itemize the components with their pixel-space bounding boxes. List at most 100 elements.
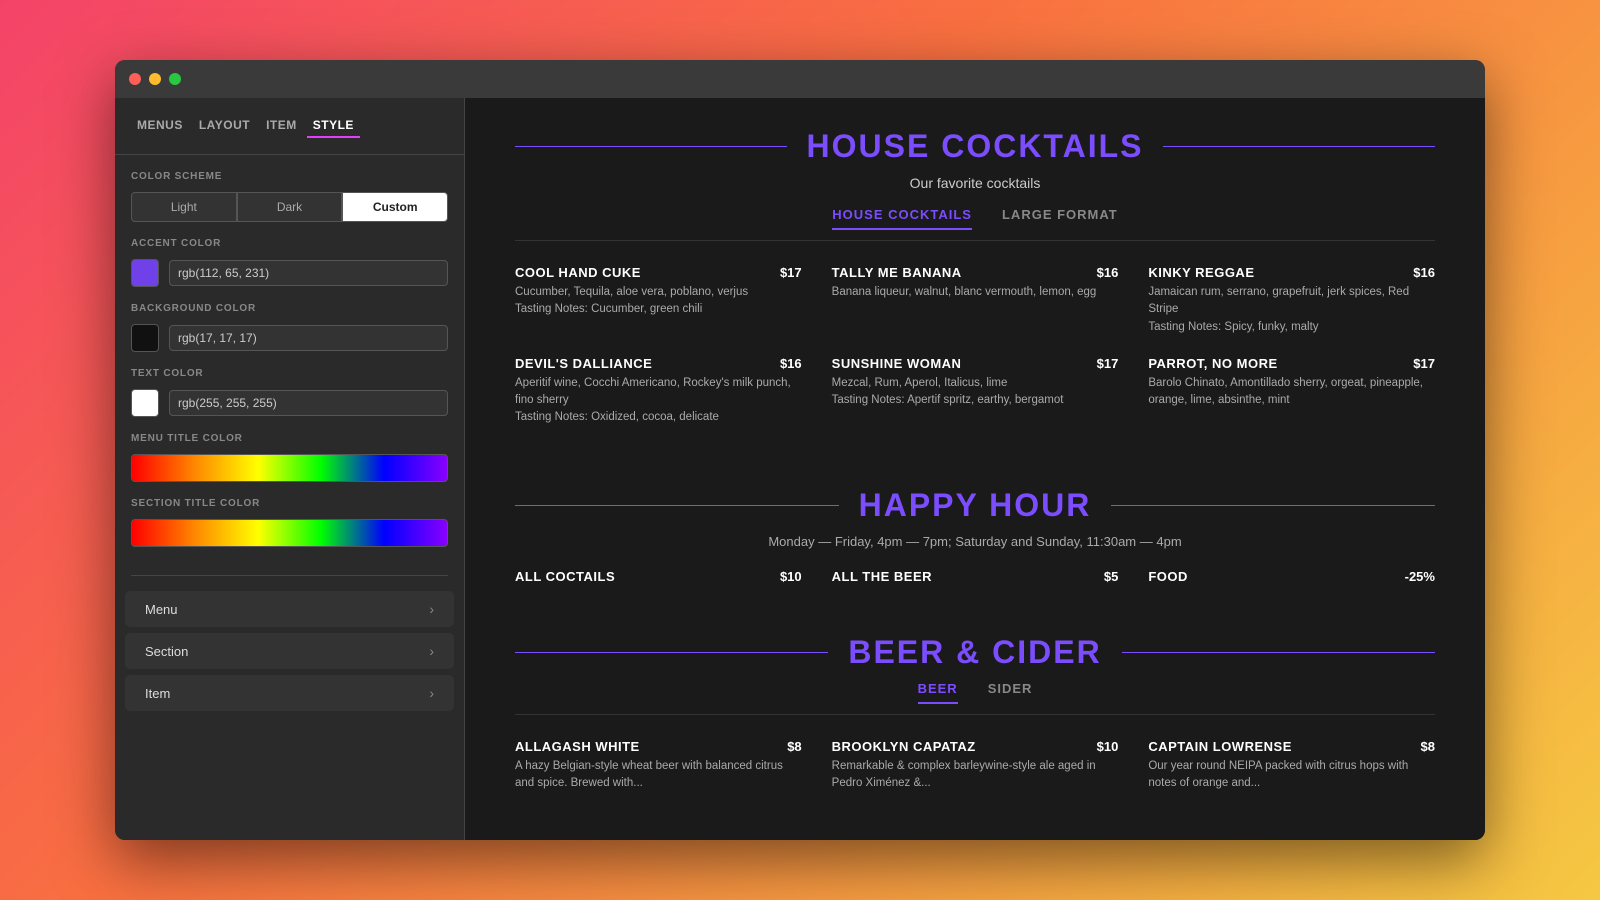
accent-color-value[interactable]: rgb(112, 65, 231)	[169, 260, 448, 286]
main-content: HOUSE COCKTAILS Our favorite cocktails H…	[465, 98, 1485, 840]
item-header-3: DEVIL'S DALLIANCE $16	[515, 356, 802, 371]
item-price-5: $17	[1413, 356, 1435, 371]
beer-item-name-0: ALLAGASH WHITE	[515, 739, 640, 754]
tab-item[interactable]: ITEM	[260, 114, 303, 138]
tab-house-cocktails[interactable]: HOUSE COCKTAILS	[832, 207, 972, 230]
accent-color-row: rgb(112, 65, 231)	[131, 259, 448, 287]
menu-item-5: PARROT, NO MORE $17 Barolo Chinato, Amon…	[1148, 356, 1435, 427]
scheme-custom[interactable]: Custom	[342, 192, 448, 222]
house-cocktails-subtitle: Our favorite cocktails	[515, 175, 1435, 191]
minimize-dot[interactable]	[149, 73, 161, 85]
accent-color-section: ACCENT COLOR rgb(112, 65, 231)	[115, 238, 464, 303]
nav-item-menu[interactable]: Menu ›	[125, 591, 454, 627]
item-price-4: $17	[1097, 356, 1119, 371]
titlebar	[115, 60, 1485, 98]
nav-section-arrow: ›	[429, 643, 434, 659]
color-scheme-label: COLOR SCHEME	[131, 171, 448, 182]
background-color-section: BACKGROUND COLOR rgb(17, 17, 17)	[115, 303, 464, 368]
section-title-color-picker[interactable]	[131, 519, 448, 547]
section-line-left	[515, 146, 787, 147]
item-desc-0: Cucumber, Tequila, aloe vera, poblano, v…	[515, 284, 802, 319]
background-color-swatch[interactable]	[131, 324, 159, 352]
item-name-3: DEVIL'S DALLIANCE	[515, 356, 652, 371]
background-color-value[interactable]: rgb(17, 17, 17)	[169, 325, 448, 351]
item-price-3: $16	[780, 356, 802, 371]
nav-menu-arrow: ›	[429, 601, 434, 617]
nav-menu-label: Menu	[145, 602, 178, 617]
text-color-label: TEXT COLOR	[131, 368, 448, 379]
beer-item-0: ALLAGASH WHITE $8 A hazy Belgian-style w…	[515, 739, 802, 793]
cocktails-items-grid: COOL HAND CUKE $17 Cucumber, Tequila, al…	[515, 265, 1435, 427]
menu-title-color-label: MENU TITLE COLOR	[131, 433, 448, 444]
item-name-0: COOL HAND CUKE	[515, 265, 641, 280]
close-dot[interactable]	[129, 73, 141, 85]
item-desc-4: Mezcal, Rum, Aperol, Italicus, limeTasti…	[832, 375, 1119, 410]
house-cocktails-tabs: HOUSE COCKTAILS LARGE FORMAT	[515, 207, 1435, 241]
beer-cider-line-right	[1122, 652, 1435, 653]
nav-item-arrow: ›	[429, 685, 434, 701]
beer-cider-line-left	[515, 652, 828, 653]
menu-item-4: SUNSHINE WOMAN $17 Mezcal, Rum, Aperol, …	[832, 356, 1119, 427]
item-price-2: $16	[1413, 265, 1435, 280]
content-area: MENUS LAYOUT ITEM STYLE COLOR SCHEME Lig…	[115, 98, 1485, 840]
tab-large-format[interactable]: LARGE FORMAT	[1002, 207, 1118, 230]
beer-cider-header: BEER & CIDER	[515, 634, 1435, 671]
beer-item-desc-0: A hazy Belgian-style wheat beer with bal…	[515, 758, 802, 793]
tab-sider[interactable]: SIDER	[988, 681, 1033, 704]
scheme-dark[interactable]: Dark	[237, 192, 343, 222]
happy-hour-items: ALL COCTAILS $10 ALL THE BEER $5 FOOD -2…	[515, 569, 1435, 584]
beer-item-name-1: BROOKLYN CAPATAZ	[832, 739, 976, 754]
menu-item-0: COOL HAND CUKE $17 Cucumber, Tequila, al…	[515, 265, 802, 336]
tab-layout[interactable]: LAYOUT	[193, 114, 256, 138]
menu-title-color-picker[interactable]	[131, 454, 448, 482]
beer-cider-tabs: BEER SIDER	[515, 681, 1435, 715]
text-color-swatch[interactable]	[131, 389, 159, 417]
text-color-value[interactable]: rgb(255, 255, 255)	[169, 390, 448, 416]
item-price-0: $17	[780, 265, 802, 280]
item-desc-1: Banana liqueur, walnut, blanc vermouth, …	[832, 284, 1119, 301]
tab-beer[interactable]: BEER	[918, 681, 958, 704]
accent-color-swatch[interactable]	[131, 259, 159, 287]
item-name-4: SUNSHINE WOMAN	[832, 356, 962, 371]
happy-hour-item-2: FOOD -25%	[1148, 569, 1435, 584]
item-header-5: PARROT, NO MORE $17	[1148, 356, 1435, 371]
nav-item-item[interactable]: Item ›	[125, 675, 454, 711]
tab-menus[interactable]: MENUS	[131, 114, 189, 138]
beer-item-price-0: $8	[787, 739, 801, 754]
simple-price-2: -25%	[1405, 569, 1435, 584]
happy-hour-item-0: ALL COCTAILS $10	[515, 569, 802, 584]
beer-item-1: BROOKLYN CAPATAZ $10 Remarkable & comple…	[832, 739, 1119, 793]
item-name-5: PARROT, NO MORE	[1148, 356, 1277, 371]
nav-section-label: Section	[145, 644, 188, 659]
beer-cider-title: BEER & CIDER	[828, 634, 1121, 671]
happy-hour-line-right	[1111, 505, 1435, 506]
maximize-dot[interactable]	[169, 73, 181, 85]
section-title-color-label: SECTION TITLE COLOR	[131, 498, 448, 509]
color-scheme-section: COLOR SCHEME Light Dark Custom	[115, 171, 464, 238]
simple-price-0: $10	[780, 569, 802, 584]
nav-item-label: Item	[145, 686, 170, 701]
tab-style[interactable]: STYLE	[307, 114, 360, 138]
beer-item-2: CAPTAIN LOWRENSE $8 Our year round NEIPA…	[1148, 739, 1435, 793]
beer-item-desc-1: Remarkable & complex barleywine-style al…	[832, 758, 1119, 793]
nav-item-section[interactable]: Section ›	[125, 633, 454, 669]
house-cocktails-title: HOUSE COCKTAILS	[787, 128, 1164, 165]
simple-name-2: FOOD	[1148, 569, 1188, 584]
item-desc-3: Aperitif wine, Cocchi Americano, Rockey'…	[515, 375, 802, 427]
menu-item-2: KINKY REGGAE $16 Jamaican rum, serrano, …	[1148, 265, 1435, 336]
text-color-row: rgb(255, 255, 255)	[131, 389, 448, 417]
scheme-light[interactable]: Light	[131, 192, 237, 222]
happy-hour-item-1: ALL THE BEER $5	[832, 569, 1119, 584]
simple-name-1: ALL THE BEER	[832, 569, 932, 584]
beer-item-price-1: $10	[1097, 739, 1119, 754]
item-price-1: $16	[1097, 265, 1119, 280]
beer-item-header-1: BROOKLYN CAPATAZ $10	[832, 739, 1119, 754]
beer-items-grid: ALLAGASH WHITE $8 A hazy Belgian-style w…	[515, 739, 1435, 793]
beer-item-desc-2: Our year round NEIPA packed with citrus …	[1148, 758, 1435, 793]
house-cocktails-header: HOUSE COCKTAILS	[515, 128, 1435, 165]
beer-item-name-2: CAPTAIN LOWRENSE	[1148, 739, 1292, 754]
text-color-section: TEXT COLOR rgb(255, 255, 255)	[115, 368, 464, 433]
item-name-1: TALLY ME BANANA	[832, 265, 962, 280]
background-color-row: rgb(17, 17, 17)	[131, 324, 448, 352]
section-title-color-section: SECTION TITLE COLOR	[115, 498, 464, 563]
